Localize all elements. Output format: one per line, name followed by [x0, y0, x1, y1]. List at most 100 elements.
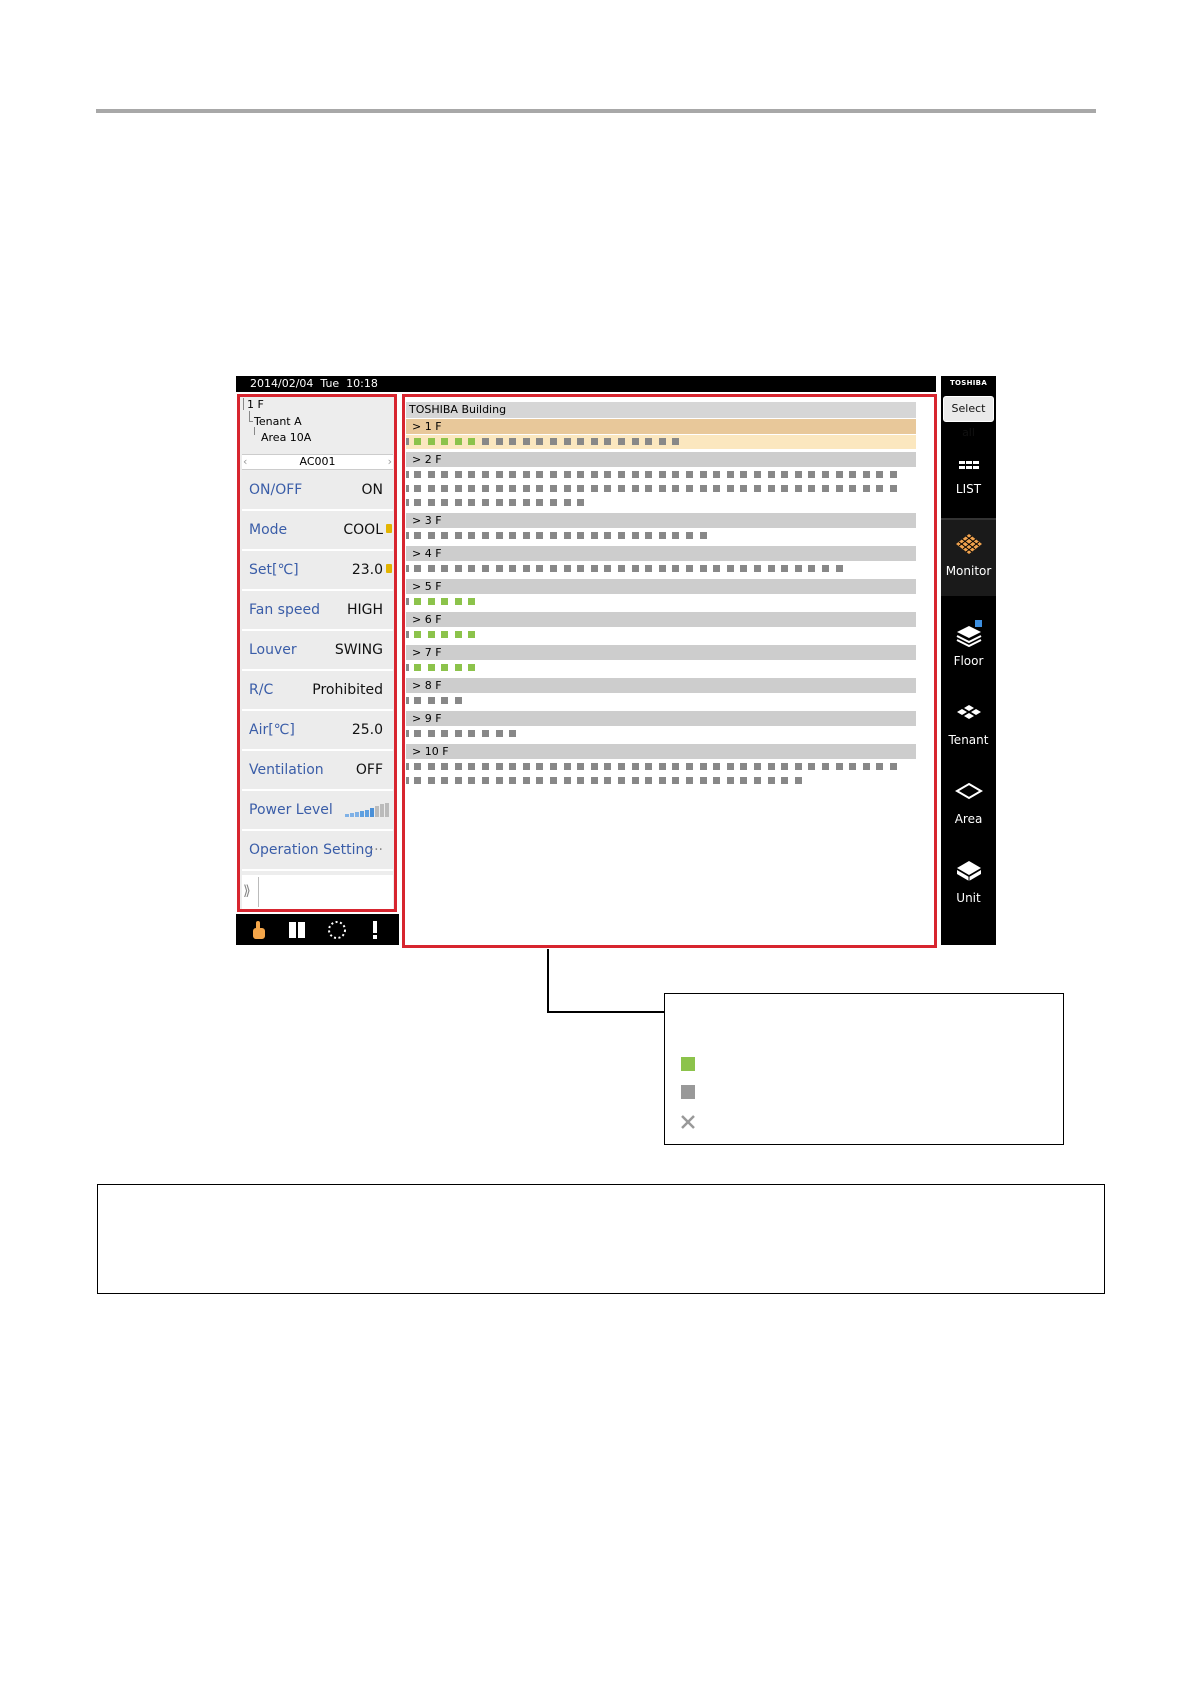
unit-indicator[interactable] [767, 485, 775, 492]
unit-indicator[interactable] [672, 485, 680, 492]
unit-indicator[interactable] [522, 532, 530, 539]
unit-indicator[interactable] [822, 763, 829, 770]
unit-indicator[interactable] [794, 471, 802, 478]
unit-indicator[interactable] [441, 631, 449, 638]
unit-indicator[interactable] [468, 730, 476, 737]
unit-indicator[interactable] [468, 777, 476, 784]
unit-indicator[interactable] [454, 499, 462, 506]
unit-indicator[interactable] [441, 532, 449, 539]
unit-indicator[interactable] [604, 565, 612, 572]
unit-indicator[interactable] [427, 697, 435, 704]
unit-indicator[interactable] [563, 763, 571, 770]
unit-indicator[interactable] [686, 532, 693, 539]
unit-indicator[interactable] [631, 438, 639, 445]
nav-unit[interactable]: Unit [941, 839, 996, 915]
unit-indicator[interactable] [468, 499, 476, 506]
floor-header[interactable]: > 3 F [406, 513, 916, 528]
setting-row-onoff[interactable]: ON/OFF ON [242, 471, 393, 511]
unit-indicator[interactable] [536, 471, 544, 478]
floor-header[interactable]: > 6 F [406, 612, 916, 627]
unit-indicator[interactable] [740, 565, 748, 572]
unit-indicator[interactable] [672, 532, 680, 539]
unit-indicator[interactable] [686, 565, 693, 572]
unit-indicator[interactable] [495, 763, 503, 770]
unit-indicator[interactable] [495, 532, 503, 539]
unit-indicator[interactable] [550, 438, 557, 445]
unit-indicator[interactable] [441, 598, 449, 605]
unit-indicator[interactable] [441, 499, 449, 506]
unit-indicator[interactable] [468, 565, 476, 572]
unit-indicator[interactable] [563, 485, 571, 492]
unit-indicator[interactable] [454, 565, 462, 572]
unit-indicator[interactable] [686, 763, 693, 770]
unit-indicator[interactable] [427, 532, 435, 539]
unit-indicator[interactable] [822, 471, 829, 478]
unit-indicator[interactable] [686, 471, 693, 478]
unit-indicator[interactable] [890, 485, 897, 492]
unit-indicator[interactable] [781, 485, 789, 492]
unit-indicator[interactable] [835, 485, 843, 492]
unit-indicator[interactable] [618, 565, 625, 572]
unit-indicator[interactable] [890, 763, 897, 770]
nav-area[interactable]: Area [941, 760, 996, 836]
unit-indicator[interactable] [468, 664, 476, 671]
unit-indicator[interactable] [577, 485, 585, 492]
unit-indicator[interactable] [726, 565, 734, 572]
unit-indicator[interactable] [577, 763, 585, 770]
unit-indicator[interactable] [590, 471, 598, 478]
unit-indicator[interactable] [699, 532, 707, 539]
unit-indicator[interactable] [550, 532, 557, 539]
unit-indicator[interactable] [781, 777, 789, 784]
unit-indicator[interactable] [563, 438, 571, 445]
floor-header[interactable]: > 10 F [406, 744, 916, 759]
unit-indicator[interactable] [495, 499, 503, 506]
unit-indicator[interactable] [876, 485, 884, 492]
unit-indicator[interactable] [658, 485, 666, 492]
unit-indicator[interactable] [427, 565, 435, 572]
unit-indicator[interactable] [454, 438, 462, 445]
setting-row-mode[interactable]: Mode COOL [242, 511, 393, 551]
unit-indicator[interactable] [740, 763, 748, 770]
unit-indicator[interactable] [699, 777, 707, 784]
unit-indicator[interactable] [414, 485, 421, 492]
unit-indicator[interactable] [536, 438, 544, 445]
unit-indicator[interactable] [590, 485, 598, 492]
unit-indicator[interactable] [577, 777, 585, 784]
unit-indicator[interactable] [631, 471, 639, 478]
unit-indicator[interactable] [550, 485, 557, 492]
unit-indicator[interactable] [590, 565, 598, 572]
unit-indicator[interactable] [713, 565, 721, 572]
unit-indicator[interactable] [740, 485, 748, 492]
unit-indicator[interactable] [468, 532, 476, 539]
unit-indicator[interactable] [414, 471, 421, 478]
unit-indicator[interactable] [645, 532, 653, 539]
unit-indicator[interactable] [740, 777, 748, 784]
setting-row-fan-speed[interactable]: Fan speed HIGH [242, 591, 393, 631]
unit-selector[interactable]: ‹ AC001 › [242, 454, 393, 470]
unit-indicator[interactable] [726, 777, 734, 784]
unit-indicator[interactable] [754, 565, 761, 572]
unit-indicator[interactable] [604, 777, 612, 784]
floor-header[interactable]: > 1 F [406, 419, 916, 434]
schedule-icon[interactable] [286, 919, 308, 941]
breadcrumb-area[interactable]: Area 10A [261, 431, 311, 444]
unit-indicator[interactable] [454, 664, 462, 671]
unit-indicator[interactable] [509, 730, 517, 737]
unit-indicator[interactable] [808, 471, 816, 478]
unit-indicator[interactable] [781, 471, 789, 478]
unit-indicator[interactable] [890, 471, 897, 478]
unit-indicator[interactable] [522, 777, 530, 784]
unit-indicator[interactable] [822, 565, 829, 572]
unit-indicator[interactable] [699, 485, 707, 492]
unit-indicator[interactable] [577, 499, 585, 506]
unit-indicator[interactable] [767, 565, 775, 572]
unit-indicator[interactable] [794, 763, 802, 770]
unit-indicator[interactable] [862, 485, 870, 492]
unit-indicator[interactable] [604, 532, 612, 539]
setting-row-ventilation[interactable]: Ventilation OFF [242, 751, 393, 791]
unit-indicator[interactable] [441, 485, 449, 492]
unit-indicator[interactable] [808, 763, 816, 770]
unit-indicator[interactable] [849, 471, 857, 478]
unit-indicator[interactable] [482, 438, 489, 445]
unit-indicator[interactable] [645, 777, 653, 784]
